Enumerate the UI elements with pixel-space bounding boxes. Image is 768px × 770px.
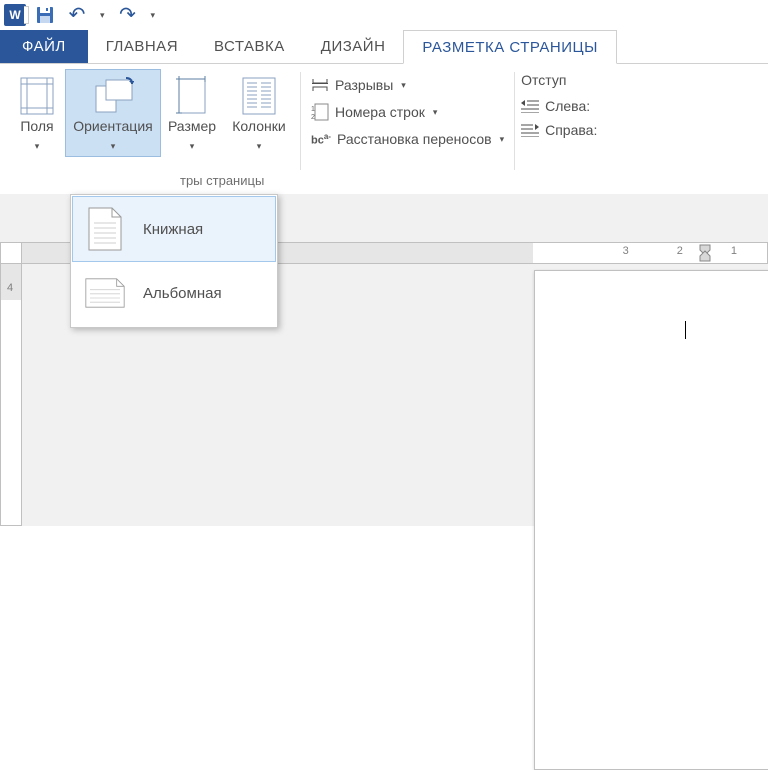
undo-button[interactable]: ↶	[64, 2, 90, 28]
margins-label: Поля	[20, 118, 53, 135]
margins-button[interactable]: Поля ▾	[8, 70, 66, 156]
indent-right-row[interactable]: Справа:	[521, 122, 597, 138]
indent-title: Отступ	[521, 72, 597, 88]
line-numbers-button[interactable]: 12 Номера строк ▾	[305, 100, 510, 124]
columns-icon	[242, 76, 276, 116]
ruler-tick: 4	[7, 282, 13, 294]
columns-label: Колонки	[232, 118, 285, 135]
qat-customize-caret[interactable]: ▾	[147, 10, 160, 21]
indent-left-label: Слева:	[545, 98, 590, 114]
size-icon	[175, 76, 209, 116]
line-numbers-label: Номера строк	[335, 104, 425, 120]
chevron-down-icon: ▾	[190, 141, 195, 152]
hyphenation-icon: bca-	[311, 132, 331, 147]
ruler-corner	[0, 242, 22, 264]
hyphenation-label: Расстановка переносов	[337, 131, 492, 147]
chevron-down-icon: ▾	[257, 141, 262, 152]
tab-insert[interactable]: ВСТАВКА	[196, 30, 303, 63]
indent-right-label: Справа:	[545, 122, 597, 138]
group-label-page-setup: тры страницы	[180, 173, 264, 188]
redo-button[interactable]: ↷	[115, 2, 141, 28]
svg-text:2: 2	[311, 114, 315, 121]
indent-right-icon	[521, 123, 539, 137]
line-numbers-icon: 12	[311, 103, 329, 121]
indent-left-row[interactable]: Слева:	[521, 98, 597, 114]
chevron-down-icon: ▾	[433, 107, 438, 118]
word-app-icon: W	[4, 4, 26, 26]
undo-icon: ↶	[69, 5, 86, 25]
orientation-button[interactable]: Ориентация ▾	[66, 70, 160, 156]
tab-page-layout[interactable]: РАЗМЕТКА СТРАНИЦЫ	[403, 30, 616, 64]
text-cursor	[685, 321, 686, 339]
orientation-label: Ориентация	[73, 118, 152, 135]
ruler-tick: 3	[623, 245, 629, 257]
chevron-down-icon: ▾	[401, 80, 406, 91]
breaks-icon	[311, 77, 329, 93]
orientation-icon	[92, 76, 134, 116]
orientation-landscape-item[interactable]: Альбомная	[73, 261, 275, 325]
breaks-label: Разрывы	[335, 77, 393, 93]
margins-icon	[20, 76, 54, 116]
size-label: Размер	[168, 118, 216, 135]
hyphenation-button[interactable]: bca- Расстановка переносов ▾	[305, 128, 510, 150]
indent-group: Отступ Слева: Справа:	[515, 68, 603, 194]
tab-home[interactable]: ГЛАВНАЯ	[88, 30, 196, 63]
ruler-tick: 1	[731, 245, 737, 257]
save-button[interactable]	[32, 2, 58, 28]
chevron-down-icon: ▾	[111, 141, 116, 152]
indent-marker-icon[interactable]	[699, 244, 711, 262]
page-setup-stack: Разрывы ▾ 12 Номера строк ▾ bca- Расстан…	[301, 68, 514, 194]
redo-icon: ↷	[119, 5, 136, 25]
orientation-portrait-item[interactable]: Книжная	[73, 197, 275, 261]
ribbon: Поля ▾ Ориентация ▾	[0, 64, 768, 194]
vertical-ruler[interactable]: 4	[0, 264, 22, 526]
size-button[interactable]: Размер ▾	[160, 70, 224, 156]
ruler-tick: 2	[677, 245, 683, 257]
indent-left-icon	[521, 99, 539, 113]
document-page[interactable]	[534, 270, 768, 770]
landscape-icon	[85, 269, 125, 317]
save-icon	[36, 6, 54, 24]
orientation-dropdown: Книжная Альбомная	[70, 194, 278, 328]
chevron-down-icon: ▾	[500, 134, 505, 145]
svg-text:1: 1	[311, 106, 315, 113]
landscape-label: Альбомная	[143, 285, 222, 302]
tab-file[interactable]: ФАЙЛ	[0, 30, 88, 63]
chevron-down-icon: ▾	[35, 141, 40, 152]
portrait-label: Книжная	[143, 221, 203, 238]
breaks-button[interactable]: Разрывы ▾	[305, 74, 510, 96]
tab-design[interactable]: ДИЗАЙН	[303, 30, 404, 63]
ribbon-tabs: ФАЙЛ ГЛАВНАЯ ВСТАВКА ДИЗАЙН РАЗМЕТКА СТР…	[0, 30, 768, 64]
portrait-icon	[85, 205, 125, 253]
quick-access-toolbar: W ↶ ▾ ↷ ▾	[0, 0, 768, 30]
undo-dropdown-caret[interactable]: ▾	[96, 10, 109, 21]
columns-button[interactable]: Колонки ▾	[224, 70, 294, 156]
